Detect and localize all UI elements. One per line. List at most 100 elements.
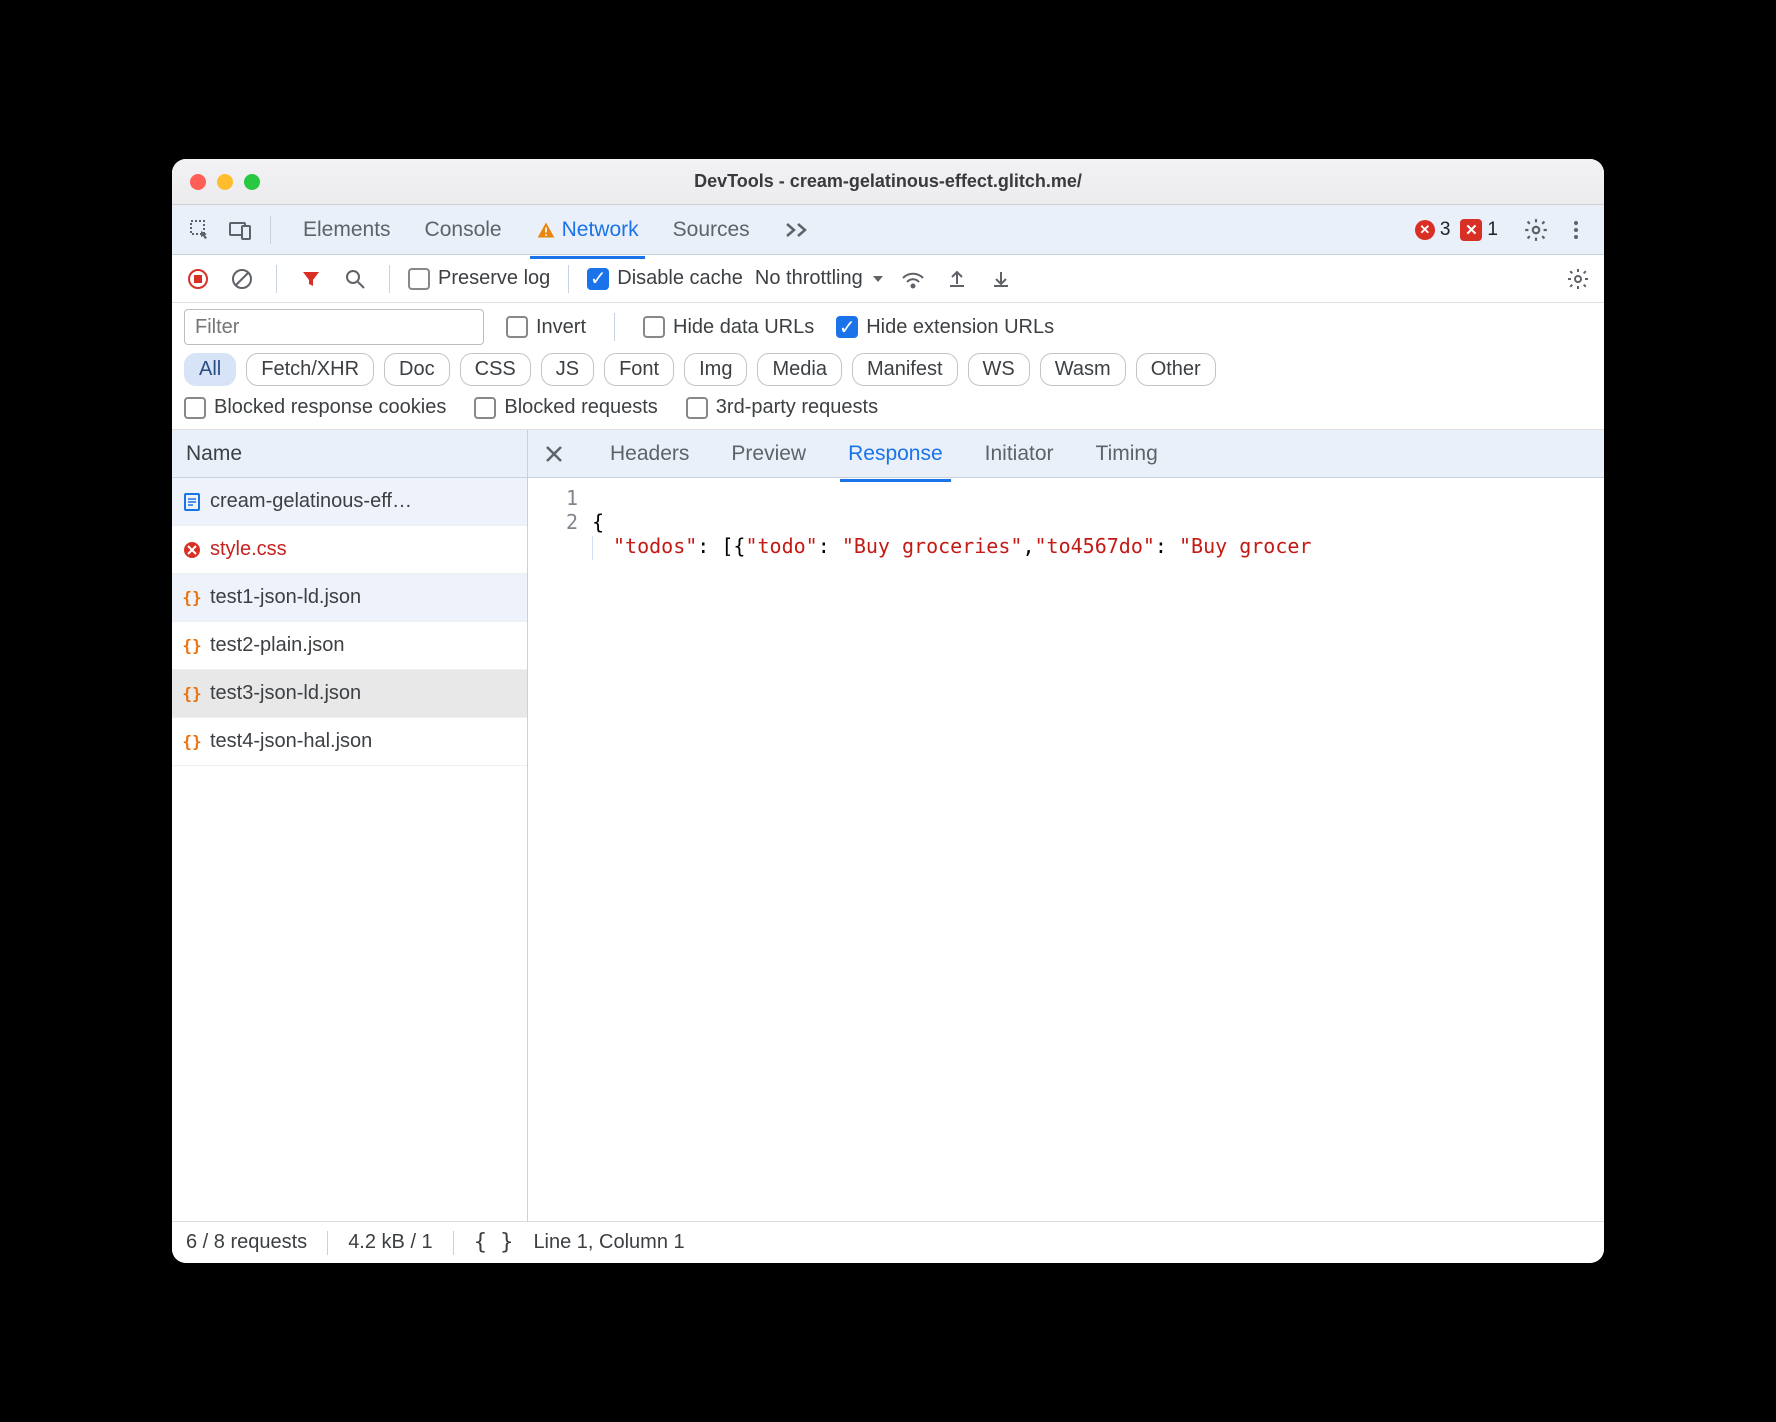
request-list: Name cream-gelatinous-eff…style.css{}tes… — [172, 430, 528, 1221]
request-row[interactable]: {}test4-json-hal.json — [172, 718, 527, 766]
kebab-menu-icon[interactable] — [1560, 214, 1592, 246]
type-chip-font[interactable]: Font — [604, 353, 674, 386]
code-token: "todos" — [613, 534, 697, 558]
type-chip-other[interactable]: Other — [1136, 353, 1216, 386]
response-body[interactable]: 1 2 { "todos": [{"todo": "Buy groceries"… — [528, 478, 1604, 1221]
checkbox-checked-icon: ✓ — [836, 316, 858, 338]
preserve-log-checkbox[interactable]: Preserve log — [408, 267, 550, 290]
network-settings-icon[interactable] — [1562, 263, 1594, 295]
search-icon[interactable] — [339, 263, 371, 295]
tab-network[interactable]: Network — [536, 208, 639, 252]
checkbox-icon — [184, 397, 206, 419]
device-toolbar-icon[interactable] — [224, 214, 256, 246]
invert-checkbox[interactable]: Invert — [506, 316, 586, 339]
detail-tab-headers[interactable]: Headers — [606, 433, 693, 475]
dropdown-icon — [871, 272, 885, 286]
code-token: : — [1155, 534, 1179, 558]
detail-tab-response[interactable]: Response — [844, 433, 947, 475]
type-chip-media[interactable]: Media — [757, 353, 841, 386]
detail-tab-initiator[interactable]: Initiator — [981, 433, 1058, 475]
line-number: 1 — [542, 486, 578, 510]
request-row[interactable]: {}test2-plain.json — [172, 622, 527, 670]
zoom-window-button[interactable] — [244, 174, 260, 190]
settings-icon[interactable] — [1520, 214, 1552, 246]
minimize-window-button[interactable] — [217, 174, 233, 190]
code-token: : [{ — [697, 534, 745, 558]
window-controls — [190, 174, 260, 190]
type-chip-fetchxhr[interactable]: Fetch/XHR — [246, 353, 374, 386]
disable-cache-checkbox[interactable]: ✓ Disable cache — [587, 267, 743, 290]
type-chip-ws[interactable]: WS — [968, 353, 1030, 386]
divider — [270, 216, 271, 244]
tab-sources[interactable]: Sources — [673, 208, 750, 252]
download-har-icon[interactable] — [985, 263, 1017, 295]
type-chip-img[interactable]: Img — [684, 353, 747, 386]
checkbox-icon — [474, 397, 496, 419]
type-chip-js[interactable]: JS — [541, 353, 594, 386]
request-name: test4-json-hal.json — [210, 730, 372, 753]
clear-button[interactable] — [226, 263, 258, 295]
tab-overflow[interactable] — [784, 208, 810, 252]
checkbox-icon — [506, 316, 528, 338]
detail-tab-timing[interactable]: Timing — [1092, 433, 1162, 475]
main-area: Name cream-gelatinous-eff…style.css{}tes… — [172, 430, 1604, 1221]
error-count[interactable]: ✕ 3 — [1415, 219, 1451, 241]
close-detail-button[interactable] — [536, 436, 572, 472]
request-name: test3-json-ld.json — [210, 682, 361, 705]
panel-tabstrip: Elements Console Network Sources ✕ 3 ✕ 1 — [172, 205, 1604, 255]
pretty-print-icon[interactable]: { } — [474, 1230, 514, 1255]
record-button[interactable] — [182, 263, 214, 295]
filter-input[interactable] — [184, 309, 484, 345]
detail-tab-preview[interactable]: Preview — [727, 433, 810, 475]
error-count-value: 3 — [1440, 219, 1451, 241]
checkbox-icon — [408, 268, 430, 290]
tab-elements[interactable]: Elements — [303, 208, 391, 252]
tab-console[interactable]: Console — [425, 208, 502, 252]
filter-icon[interactable] — [295, 263, 327, 295]
detail-tabs: Headers Preview Response Initiator Timing — [528, 430, 1604, 478]
issue-count[interactable]: ✕ 1 — [1460, 219, 1498, 241]
error-icon: ✕ — [1415, 220, 1435, 240]
hide-data-label: Hide data URLs — [673, 316, 814, 339]
type-chip-wasm[interactable]: Wasm — [1040, 353, 1126, 386]
third-party-checkbox[interactable]: 3rd-party requests — [686, 396, 878, 419]
divider — [568, 265, 569, 293]
type-chip-manifest[interactable]: Manifest — [852, 353, 958, 386]
code-token: , — [1022, 534, 1034, 558]
type-chip-all[interactable]: All — [184, 353, 236, 386]
status-requests: 6 / 8 requests — [186, 1231, 307, 1254]
status-bar: 6 / 8 requests 4.2 kB / 1 { } Line 1, Co… — [172, 1221, 1604, 1263]
network-conditions-icon[interactable] — [897, 263, 929, 295]
tab-network-label: Network — [562, 218, 639, 242]
code-token: "to4567do" — [1034, 534, 1154, 558]
third-party-label: 3rd-party requests — [716, 396, 878, 419]
warning-icon — [536, 220, 556, 240]
disable-cache-label: Disable cache — [617, 267, 743, 290]
code-token: "Buy grocer — [1179, 534, 1311, 558]
upload-har-icon[interactable] — [941, 263, 973, 295]
panel-tabs: Elements Console Network Sources — [303, 208, 810, 252]
request-row[interactable]: {} test1-json-ld.json — [172, 574, 527, 622]
type-chip-doc[interactable]: Doc — [384, 353, 450, 386]
hide-data-urls-checkbox[interactable]: Hide data URLs — [643, 316, 814, 339]
request-name: test1-json-ld.json — [210, 586, 361, 609]
request-name: cream-gelatinous-eff… — [210, 490, 412, 513]
line-gutter: 1 2 — [528, 478, 592, 1221]
close-window-button[interactable] — [190, 174, 206, 190]
divider — [389, 265, 390, 293]
invert-label: Invert — [536, 316, 586, 339]
checkbox-checked-icon: ✓ — [587, 268, 609, 290]
request-row[interactable]: {}test3-json-ld.json — [172, 670, 527, 718]
inspect-element-icon[interactable] — [184, 214, 216, 246]
request-row[interactable]: cream-gelatinous-eff… — [172, 478, 527, 526]
divider — [327, 1231, 328, 1255]
throttling-select[interactable]: No throttling — [755, 267, 885, 290]
svg-text:{}: {} — [182, 636, 201, 655]
request-name: style.css — [210, 538, 287, 561]
type-chip-css[interactable]: CSS — [460, 353, 531, 386]
blocked-requests-checkbox[interactable]: Blocked requests — [474, 396, 657, 419]
svg-text:{}: {} — [182, 588, 201, 607]
blocked-cookies-checkbox[interactable]: Blocked response cookies — [184, 396, 446, 419]
hide-extension-urls-checkbox[interactable]: ✓ Hide extension URLs — [836, 316, 1054, 339]
request-row[interactable]: style.css — [172, 526, 527, 574]
